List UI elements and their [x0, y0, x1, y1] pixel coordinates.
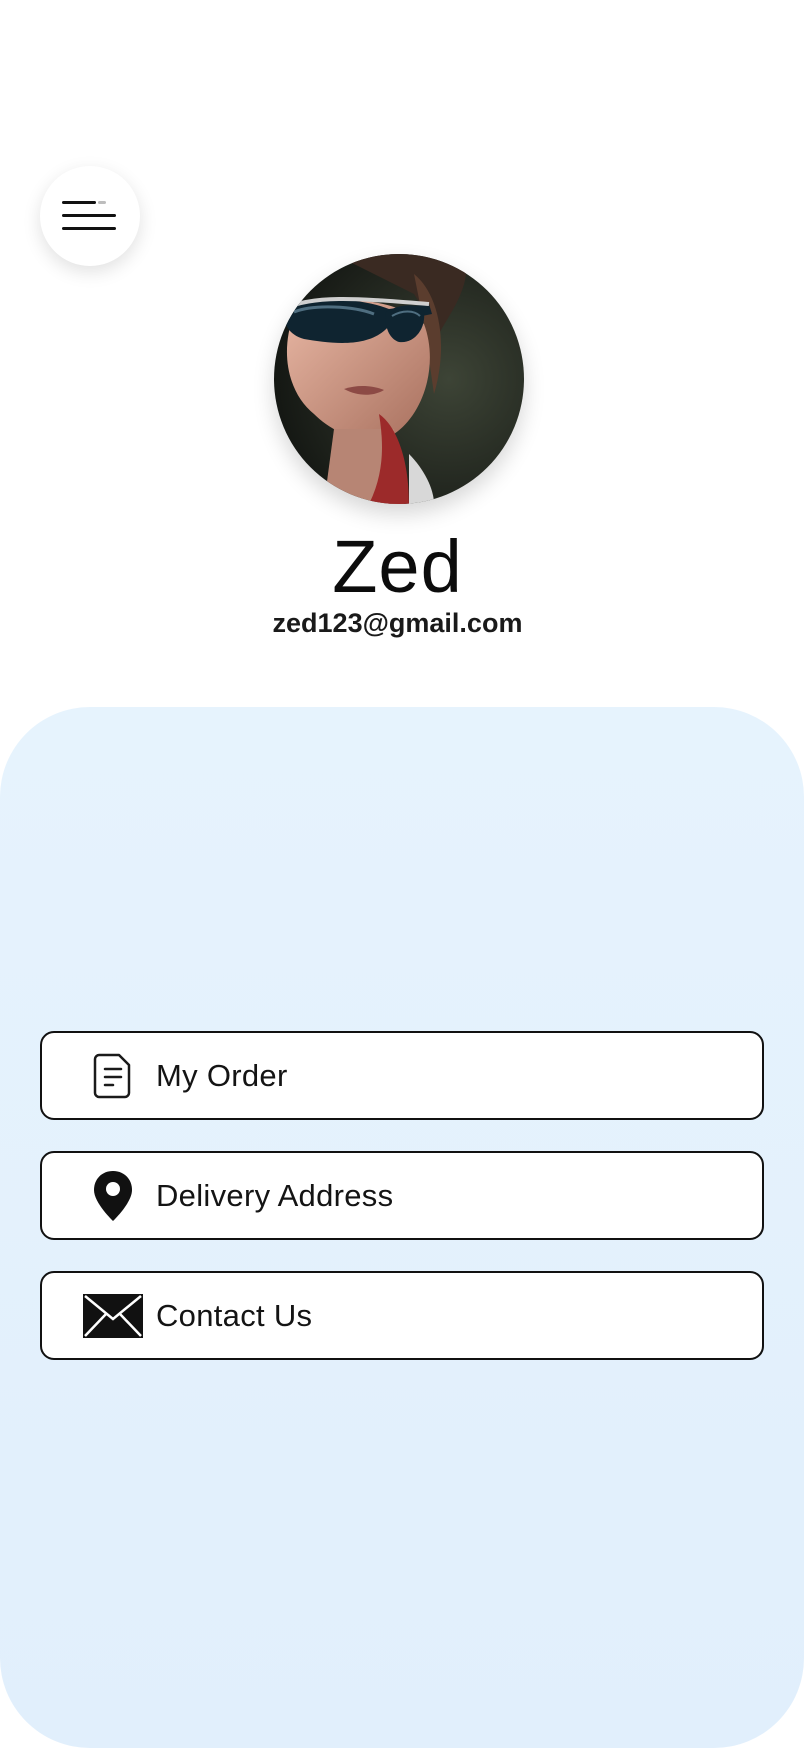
- document-icon: [78, 1046, 148, 1106]
- menu-item-delivery-address[interactable]: Delivery Address: [40, 1151, 764, 1240]
- menu-item-my-order[interactable]: My Order: [40, 1031, 764, 1120]
- avatar: [274, 254, 524, 504]
- menu-item-contact-us[interactable]: Contact Us: [40, 1271, 764, 1360]
- profile-email: zed123@gmail.com: [272, 608, 523, 638]
- hamburger-menu-icon: [62, 199, 118, 233]
- profile-name: Zed: [332, 525, 463, 608]
- envelope-icon: [78, 1286, 148, 1346]
- menu-item-label: Contact Us: [156, 1297, 313, 1333]
- menu-item-label: Delivery Address: [156, 1177, 394, 1213]
- menu-item-label: My Order: [156, 1057, 288, 1093]
- location-pin-icon: [78, 1166, 148, 1226]
- menu-button[interactable]: [40, 166, 140, 266]
